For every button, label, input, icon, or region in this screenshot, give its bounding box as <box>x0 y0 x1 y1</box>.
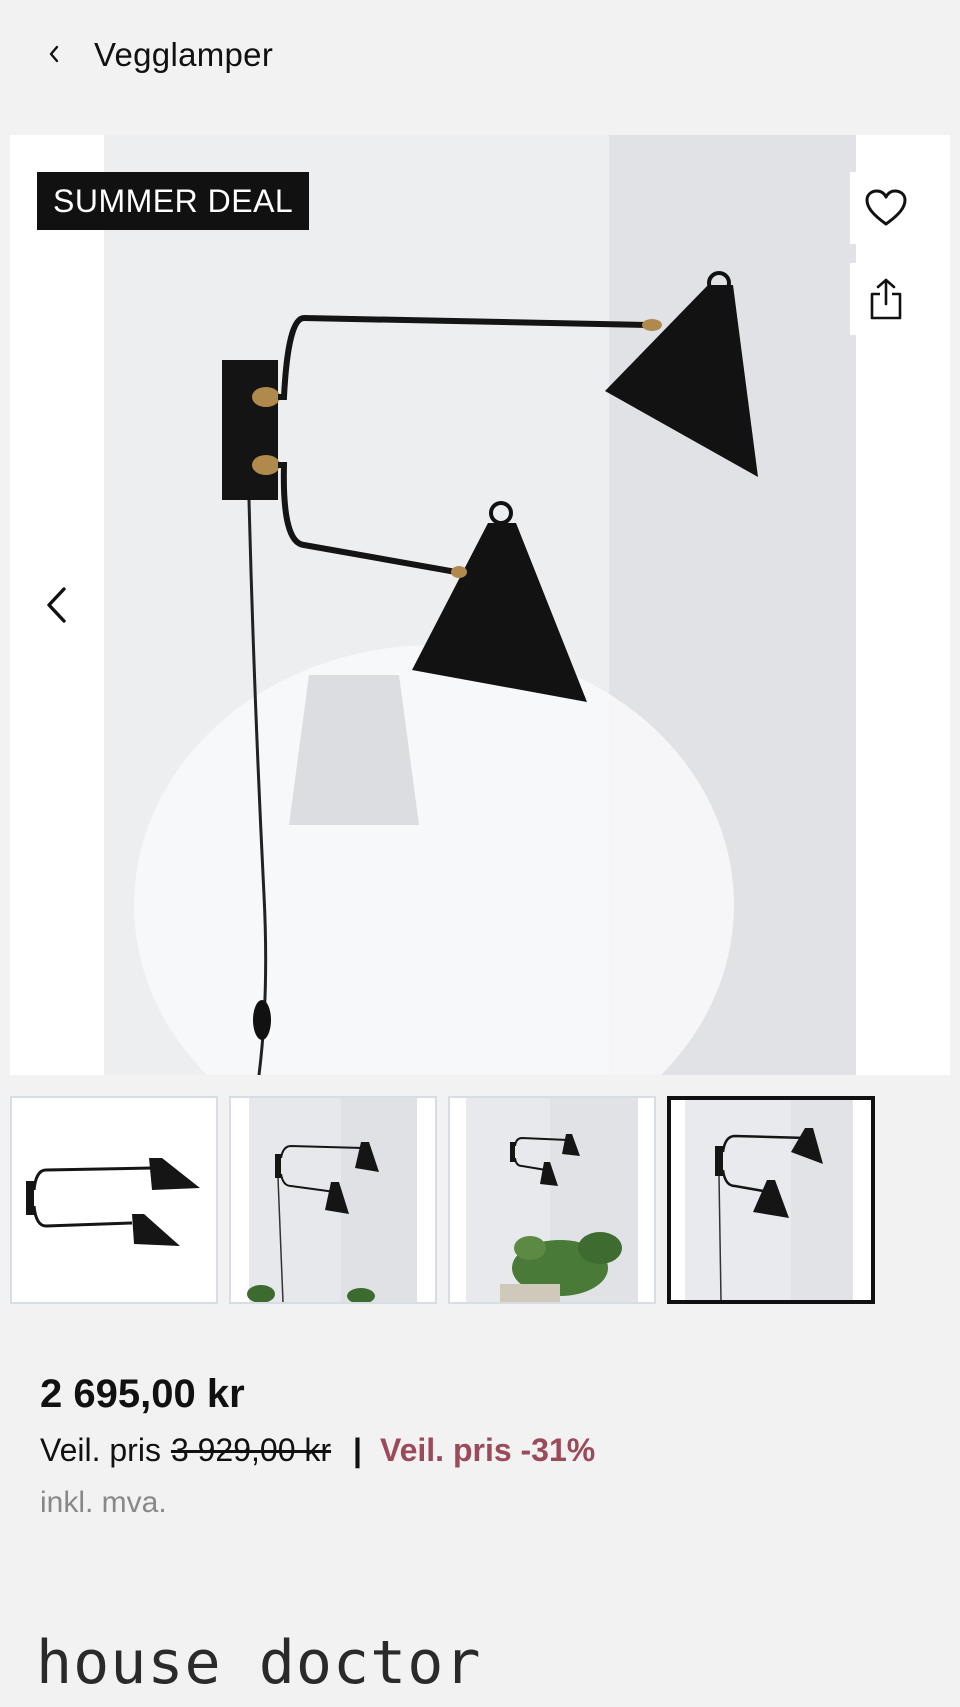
share-icon <box>870 278 902 320</box>
summer-deal-badge: SUMMER DEAL <box>37 172 310 230</box>
favorite-button[interactable] <box>850 172 922 244</box>
thumbnail-image <box>12 1098 216 1302</box>
product-photo <box>104 135 856 1075</box>
heart-icon <box>865 189 907 226</box>
recommended-price-label: Veil. pris <box>40 1432 161 1468</box>
thumbnail-image <box>231 1098 435 1302</box>
thumbnail-2[interactable] <box>229 1096 437 1304</box>
vat-note: inkl. mva. <box>40 1486 167 1519</box>
product-image-carousel[interactable]: SUMMER DEAL <box>10 135 950 1075</box>
brand-logo[interactable]: house doctor <box>36 1628 481 1698</box>
wall-lamp-illustration <box>104 135 856 1075</box>
share-button[interactable] <box>850 263 922 335</box>
thumbnail-1[interactable] <box>10 1096 218 1304</box>
thumbnail-4[interactable] <box>667 1096 875 1304</box>
page-title: Vegglamper <box>94 36 274 73</box>
chevron-left-icon <box>47 587 66 623</box>
thumbnail-image <box>671 1100 871 1300</box>
top-bar: Vegglamper <box>0 0 960 118</box>
back-button[interactable] <box>38 34 70 74</box>
thumbnail-strip <box>10 1096 950 1304</box>
price-separator: | <box>353 1432 362 1468</box>
thumbnail-3[interactable] <box>448 1096 656 1304</box>
discount-label: Veil. pris -31% <box>380 1432 596 1468</box>
recommended-price-row: Veil. pris 3 929,00 kr | Veil. pris -31% <box>40 1432 595 1469</box>
product-page: Vegglamper SUMMER DEAL 2 695,00 kr Veil.… <box>0 0 960 1707</box>
chevron-left-icon <box>49 45 59 63</box>
previous-image-button[interactable] <box>10 570 104 640</box>
thumbnail-image <box>450 1098 654 1302</box>
current-price: 2 695,00 kr <box>40 1372 245 1416</box>
old-price: 3 929,00 kr <box>170 1432 332 1468</box>
